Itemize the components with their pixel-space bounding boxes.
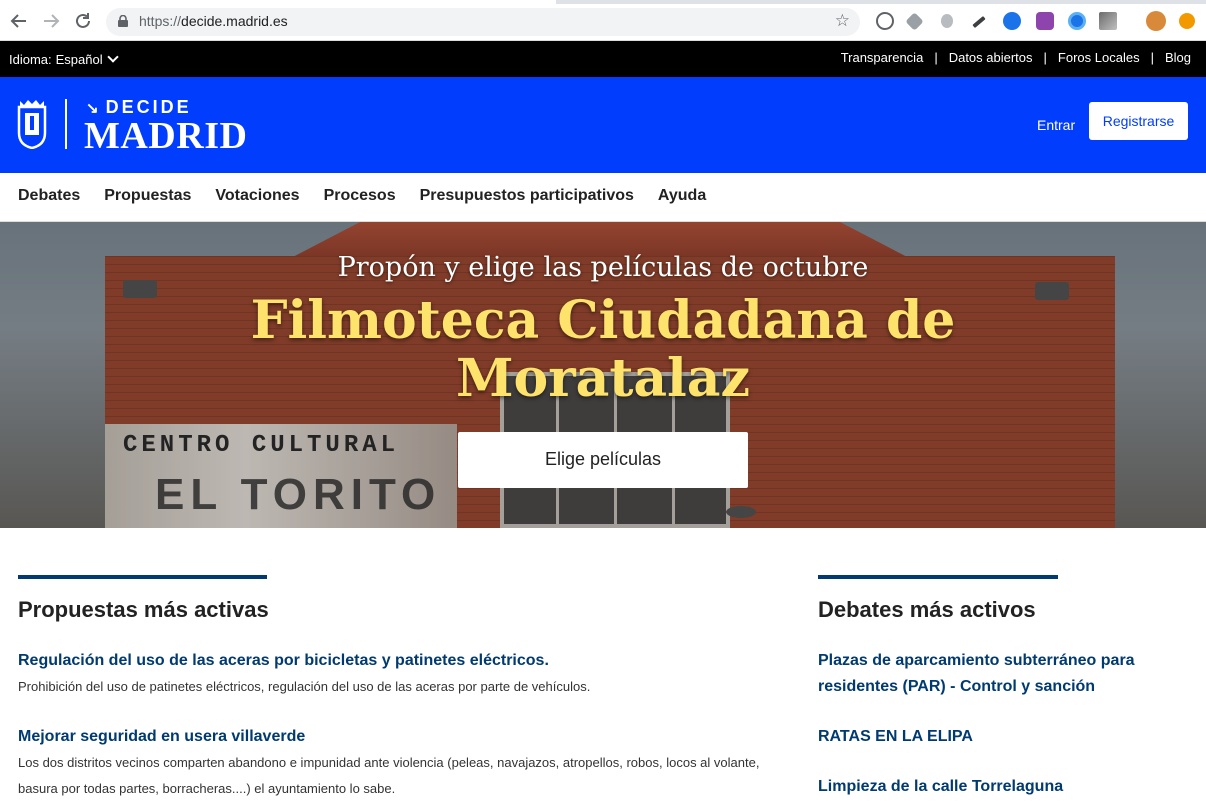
pin-extension-icon[interactable] [941, 14, 953, 28]
url-text: https://decide.madrid.es [139, 13, 288, 29]
tab-strip [0, 0, 1206, 4]
chevron-down-icon [106, 51, 119, 63]
utility-links: Transparencia | Datos abiertos | Foros L… [841, 50, 1191, 65]
profile-avatar[interactable] [1146, 11, 1166, 31]
nav-procesos[interactable]: Procesos [324, 187, 396, 205]
top-utility-bar: Idioma: Español Transparencia | Datos abi… [0, 41, 1206, 77]
proposals-section: Propuestas más activas Regulación del us… [18, 575, 778, 796]
hero-banner: CENTRO CULTURAL EL TORITO Propón y elige… [0, 222, 1206, 528]
nav-votaciones[interactable]: Votaciones [215, 187, 299, 205]
link-datos-abiertos[interactable]: Datos abiertos [949, 50, 1033, 65]
zoom-extension-icon[interactable] [1003, 12, 1021, 30]
madrid-crest-icon[interactable] [16, 99, 48, 149]
proposals-heading: Propuestas más activas [18, 597, 269, 622]
slash-extension-icon[interactable] [1099, 12, 1117, 30]
reload-icon[interactable] [72, 10, 94, 32]
tag-extension-icon[interactable] [905, 12, 924, 31]
proposal-item: Mejorar seguridad en usera villaverde Lo… [18, 724, 778, 802]
active-tab[interactable] [0, 0, 556, 4]
lock-icon [118, 15, 128, 27]
link-transparencia[interactable]: Transparencia [841, 50, 924, 65]
bookmark-star-icon[interactable]: ☆ [835, 11, 850, 31]
nav-propuestas[interactable]: Propuestas [104, 187, 191, 205]
hero-subtitle: Propón y elige las películas de octubre [337, 252, 869, 283]
choose-films-button[interactable]: Elige películas [458, 432, 748, 488]
main-navigation: Debates Propuestas Votaciones Procesos P… [0, 173, 1206, 222]
link-blog[interactable]: Blog [1165, 50, 1191, 65]
debate-title-link[interactable]: Limpieza de la calle Torrelaguna [818, 774, 1063, 800]
debate-title-link[interactable]: Plazas de aparcamiento subterráneo para … [818, 648, 1188, 700]
hero-title: Filmoteca Ciudadana de Moratalaz [250, 290, 956, 409]
brand-divider [65, 99, 67, 149]
info-extension-icon[interactable] [876, 12, 894, 30]
proposal-title-link[interactable]: Mejorar seguridad en usera villaverde [18, 724, 778, 750]
nav-debates[interactable]: Debates [18, 187, 80, 205]
proposal-title-link[interactable]: Regulación del uso de las aceras por bic… [18, 648, 590, 674]
link-separator: | [1043, 50, 1047, 65]
language-label: Idioma: [9, 52, 52, 67]
nav-presupuestos-participativos[interactable]: Presupuestos participativos [420, 187, 634, 205]
section-accent-bar [818, 575, 1058, 579]
site-header: ↘ DECIDE MADRID Entrar Registrarse [0, 77, 1206, 173]
language-value: Español [55, 52, 103, 67]
nav-ayuda[interactable]: Ayuda [658, 187, 706, 205]
language-selector[interactable]: Idioma: Español [9, 51, 119, 67]
update-alert-icon[interactable] [1179, 13, 1195, 29]
proposal-description: Prohibición del uso de patinetes eléctri… [18, 679, 591, 694]
back-icon[interactable] [8, 10, 30, 32]
debates-heading: Debates más activos [818, 597, 1036, 622]
link-separator: | [1150, 50, 1154, 65]
browser-toolbar: https://decide.madrid.es ☆ [0, 0, 1206, 41]
forward-icon[interactable] [40, 10, 62, 32]
proposal-item: Regulación del uso de las aceras por bic… [18, 648, 590, 700]
login-link[interactable]: Entrar [1037, 117, 1075, 133]
section-accent-bar [18, 575, 267, 579]
address-bar[interactable]: https://decide.madrid.es ☆ [106, 8, 860, 36]
eye-extension-icon[interactable] [1068, 12, 1086, 30]
link-separator: | [934, 50, 938, 65]
brand-madrid[interactable]: MADRID [84, 114, 247, 158]
debates-section: Debates más activos Plazas de aparcamien… [818, 575, 1188, 795]
debate-title-link[interactable]: RATAS EN LA ELIPA [818, 724, 973, 750]
pen-extension-icon[interactable] [972, 15, 986, 29]
github-cat-extension-icon[interactable] [1036, 12, 1054, 30]
proposal-description: Los dos distritos vecinos comparten aban… [18, 755, 760, 796]
register-button[interactable]: Registrarse [1089, 102, 1188, 140]
link-foros-locales[interactable]: Foros Locales [1058, 50, 1140, 65]
